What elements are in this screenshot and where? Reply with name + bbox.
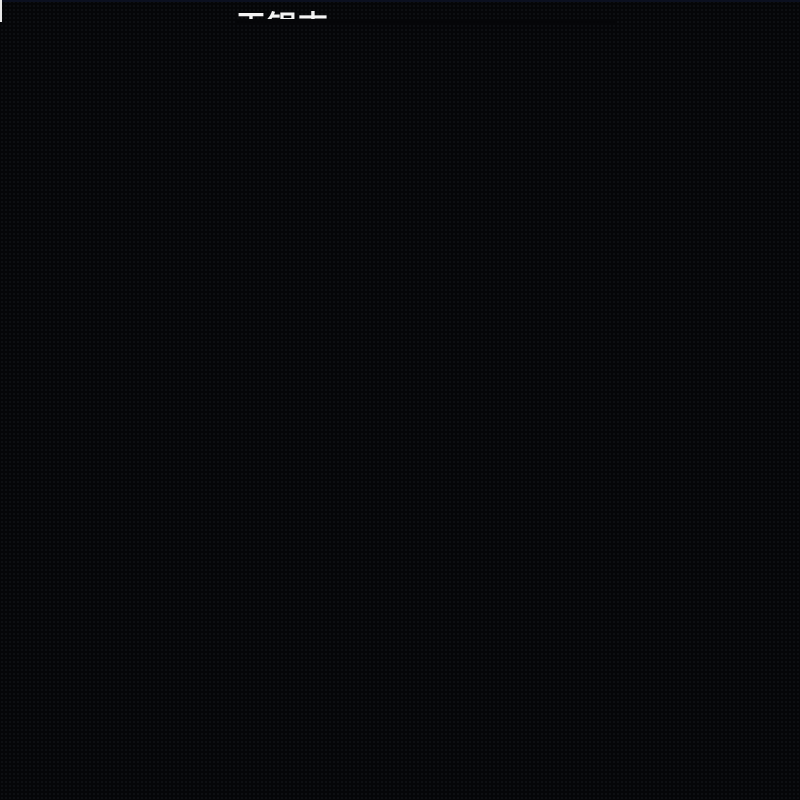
title-clip: 王银吉: [236, 0, 616, 23]
left-edge-marker: [0, 0, 2, 22]
blank-dark-screen: 王银吉: [0, 0, 800, 800]
title-overlay: [236, 19, 616, 23]
